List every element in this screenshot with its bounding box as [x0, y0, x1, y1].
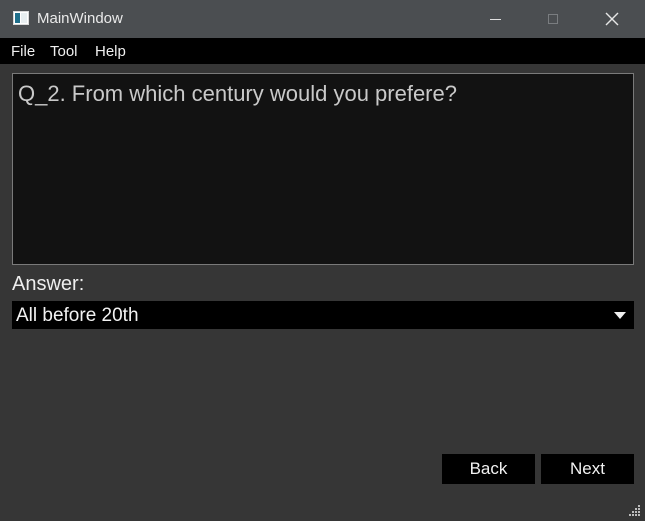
- back-button[interactable]: Back: [442, 454, 535, 484]
- menu-bar: File Tool Help: [0, 38, 645, 64]
- answer-selected-value: All before 20th: [16, 305, 139, 326]
- maximize-button[interactable]: [530, 0, 576, 38]
- answer-combobox[interactable]: All before 20th: [12, 301, 634, 329]
- menu-help[interactable]: Help: [95, 43, 126, 60]
- app-window-icon: [13, 11, 29, 25]
- minimize-button[interactable]: [472, 0, 518, 38]
- close-button[interactable]: [589, 0, 635, 38]
- maximize-icon: [548, 14, 558, 24]
- menu-file[interactable]: File: [11, 43, 35, 60]
- question-text: Q_2. From which century would you prefer…: [18, 81, 457, 106]
- dropdown-arrow-icon[interactable]: [614, 312, 626, 319]
- main-window: MainWindow File Tool Help Q_2. From whic…: [0, 0, 645, 521]
- close-icon: [605, 12, 619, 26]
- menu-tool[interactable]: Tool: [50, 43, 78, 60]
- resize-grip-icon[interactable]: [629, 505, 641, 517]
- next-button[interactable]: Next: [541, 454, 634, 484]
- minimize-icon: [489, 18, 501, 20]
- question-text-area[interactable]: Q_2. From which century would you prefer…: [12, 73, 634, 265]
- title-bar[interactable]: MainWindow: [0, 0, 645, 38]
- answer-label: Answer:: [12, 273, 85, 295]
- window-title: MainWindow: [37, 10, 123, 27]
